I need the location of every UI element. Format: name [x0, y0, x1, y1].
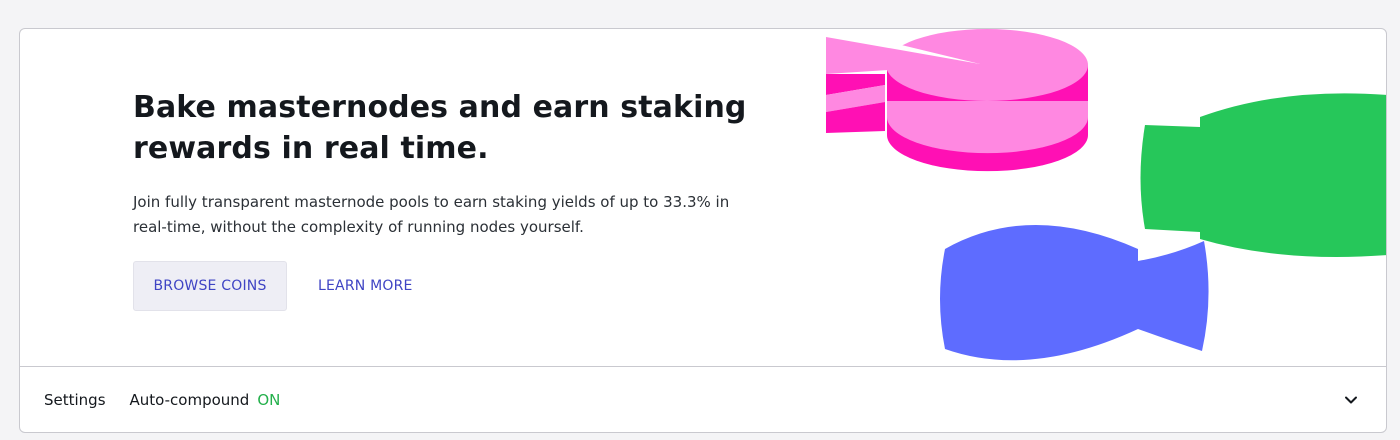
hero-description: Join fully transparent masternode pools … [133, 193, 730, 236]
hero-headline: Bake masternodes and earn staking reward… [133, 90, 747, 166]
pink-layered-pie-icon [826, 29, 1088, 172]
blue-video-camera-icon [940, 225, 1209, 361]
chevron-down-icon[interactable] [1342, 391, 1360, 409]
green-video-camera-icon [1140, 93, 1386, 257]
hero-section: Bake masternodes and earn staking reward… [20, 29, 1386, 366]
settings-bar[interactable]: Settings Auto-compound ON [20, 367, 1386, 432]
auto-compound-label: Auto-compound [129, 391, 250, 409]
settings-label: Settings [44, 391, 106, 409]
auto-compound-status: ON [257, 391, 281, 409]
learn-more-button[interactable]: LEARN MORE [310, 261, 421, 311]
masternodes-card: Bake masternodes and earn staking reward… [19, 28, 1387, 433]
browse-coins-button[interactable]: BROWSE COINS [133, 261, 287, 311]
